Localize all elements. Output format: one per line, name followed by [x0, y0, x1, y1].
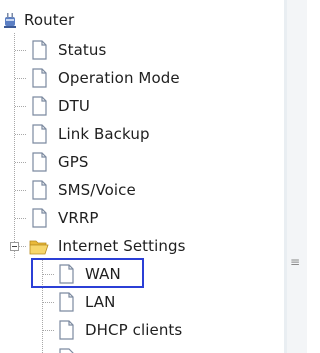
tree-root-router[interactable]: Router: [2, 9, 74, 31]
tree-item-label: LAN: [85, 293, 116, 311]
tree-item-label: SMS/Voice: [58, 181, 136, 199]
tree-item-partial[interactable]: [55, 347, 85, 353]
tree-item-lan[interactable]: LAN: [55, 291, 115, 313]
tree-item-vrrp[interactable]: VRRP: [28, 207, 99, 229]
tree-folder-internet-settings[interactable]: Internet Settings: [28, 235, 186, 257]
tree-item-label: DTU: [58, 97, 90, 115]
tree-item-label: Status: [58, 41, 107, 59]
tree-item-label: Link Backup: [58, 125, 150, 143]
router-icon: [2, 9, 18, 31]
scrollbar-track[interactable]: [287, 0, 307, 353]
document-icon: [28, 39, 50, 61]
tree-item-gps[interactable]: GPS: [28, 151, 89, 173]
tree-item-label: VRRP: [58, 209, 99, 227]
document-icon: [28, 67, 50, 89]
tree-item-label: DHCP clients: [85, 321, 183, 339]
tree-item-wan[interactable]: WAN: [55, 263, 121, 285]
navigation-tree: Router Status Operation Mode DTU Link Ba…: [0, 0, 284, 353]
tree-item-dtu[interactable]: DTU: [28, 95, 90, 117]
tree-item-label: Operation Mode: [58, 69, 180, 87]
tree-item-link-backup[interactable]: Link Backup: [28, 123, 150, 145]
document-icon: [55, 263, 77, 285]
document-icon: [28, 123, 50, 145]
document-icon: [28, 151, 50, 173]
document-icon: [28, 95, 50, 117]
tree-item-status[interactable]: Status: [28, 39, 106, 61]
grip-icon[interactable]: ≡: [288, 255, 302, 269]
folder-open-icon: [28, 235, 50, 257]
tree-item-label: GPS: [58, 153, 89, 171]
document-icon: [55, 291, 77, 313]
document-icon: [55, 347, 77, 353]
tree-item-sms-voice[interactable]: SMS/Voice: [28, 179, 136, 201]
document-icon: [28, 179, 50, 201]
tree-item-label: WAN: [85, 265, 121, 283]
collapse-toggle-icon[interactable]: [10, 242, 19, 251]
tree-item-dhcp-clients[interactable]: DHCP clients: [55, 319, 182, 341]
tree-folder-label: Internet Settings: [58, 237, 186, 255]
document-icon: [55, 319, 77, 341]
tree-item-operation-mode[interactable]: Operation Mode: [28, 67, 180, 89]
tree-root-label: Router: [24, 11, 75, 29]
document-icon: [28, 207, 50, 229]
